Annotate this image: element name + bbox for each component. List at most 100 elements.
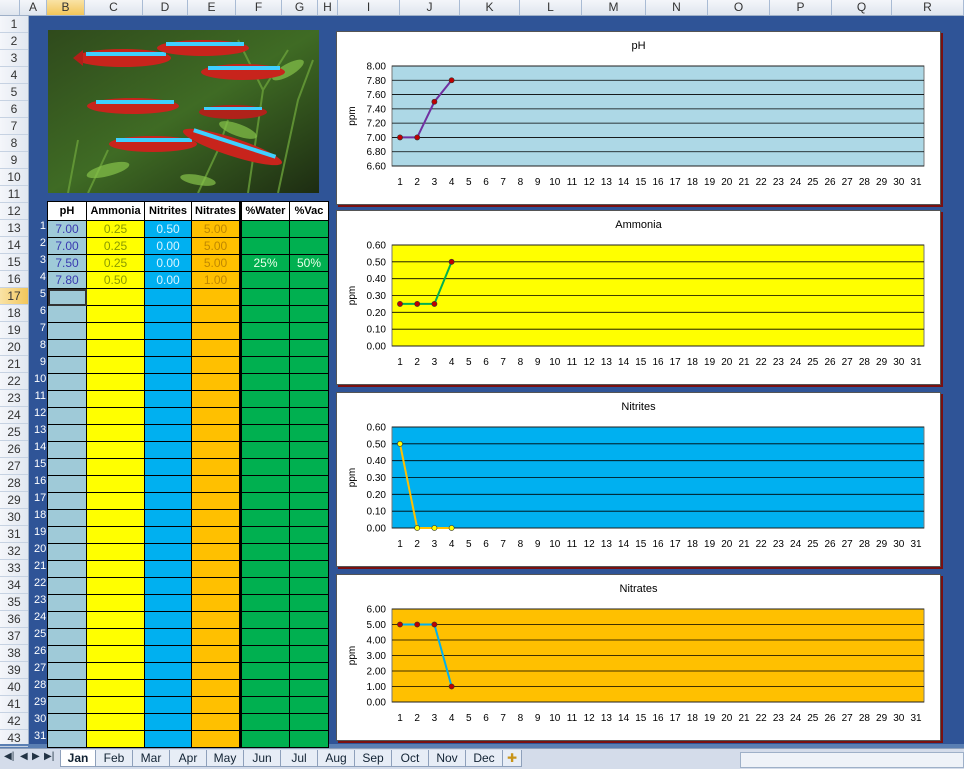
table-cell[interactable] [47,696,87,714]
row-header[interactable]: 8 [0,135,28,152]
table-cell[interactable] [86,390,145,408]
row-header[interactable]: 40 [0,679,28,696]
column-header[interactable]: E [188,0,236,15]
table-cell[interactable] [289,594,329,612]
table-cell[interactable] [144,475,192,493]
table-cell[interactable] [289,339,329,357]
table-cell[interactable] [47,390,87,408]
table-cell[interactable] [240,373,290,391]
row-header[interactable]: 43 [0,730,28,747]
table-cell[interactable] [47,305,87,323]
table-cell[interactable] [191,543,242,561]
row-header[interactable]: 30 [0,509,28,526]
sheet-tab-aug[interactable]: Aug [317,750,355,767]
table-cell[interactable] [289,679,329,697]
row-header[interactable]: 37 [0,628,28,645]
table-cell[interactable] [47,594,87,612]
table-cell[interactable] [240,237,290,255]
table-cell[interactable] [240,475,290,493]
column-header[interactable]: H [318,0,338,15]
column-header[interactable]: K [460,0,520,15]
table-cell[interactable] [289,560,329,578]
table-cell[interactable] [191,458,242,476]
table-cell[interactable]: 0.50 [144,220,192,238]
table-cell[interactable] [240,339,290,357]
table-cell[interactable] [144,441,192,459]
row-header[interactable]: 29 [0,492,28,509]
sheet-tab-oct[interactable]: Oct [391,750,429,767]
table-cell[interactable] [240,560,290,578]
column-header[interactable]: M [582,0,646,15]
table-cell[interactable] [86,407,145,425]
table-cell[interactable] [191,713,242,731]
table-cell[interactable] [191,730,242,748]
table-cell[interactable] [191,424,242,442]
table-cell[interactable] [289,424,329,442]
table-cell[interactable] [289,645,329,663]
table-cell[interactable] [289,475,329,493]
table-cell[interactable] [191,611,242,629]
table-cell[interactable] [289,220,329,238]
table-cell[interactable] [86,679,145,697]
row-header[interactable]: 32 [0,543,28,560]
table-cell[interactable] [86,662,145,680]
table-cell[interactable] [47,407,87,425]
row-header[interactable]: 2 [0,33,28,50]
table-cell[interactable] [144,730,192,748]
table-cell[interactable] [191,560,242,578]
table-cell[interactable] [47,322,87,340]
ammonia-chart[interactable]: 0.00 0.10 0.20 0.30 0.40 0.50 0.60 1 2 3 4 5 6 7 8 9 10 1… [336,210,941,385]
table-cell[interactable] [289,696,329,714]
table-cell[interactable] [144,543,192,561]
row-header[interactable]: 13 [0,220,28,237]
sheet-tab-mar[interactable]: Mar [132,750,170,767]
column-header[interactable]: F [236,0,282,15]
table-cell[interactable] [144,628,192,646]
row-header[interactable]: 12 [0,203,28,220]
table-cell[interactable] [144,390,192,408]
table-cell[interactable] [47,645,87,663]
table-cell[interactable]: 0.25 [86,254,145,272]
table-cell[interactable] [86,424,145,442]
row-header[interactable]: 5 [0,84,28,101]
row-header[interactable]: 15 [0,254,28,271]
table-cell[interactable] [144,662,192,680]
table-cell[interactable] [191,407,242,425]
table-cell[interactable] [289,577,329,595]
table-cell[interactable] [240,458,290,476]
table-cell[interactable] [144,339,192,357]
column-header[interactable]: J [400,0,460,15]
table-cell[interactable] [47,730,87,748]
row-header[interactable]: 23 [0,390,28,407]
table-cell[interactable] [191,679,242,697]
table-cell[interactable] [47,288,87,306]
table-cell[interactable] [289,356,329,374]
column-header[interactable]: D [143,0,188,15]
table-cell[interactable] [86,594,145,612]
column-header[interactable]: B [47,0,85,15]
sheet-tab-sep[interactable]: Sep [354,750,392,767]
row-header[interactable]: 41 [0,696,28,713]
table-cell[interactable] [86,475,145,493]
table-cell[interactable] [86,458,145,476]
table-cell[interactable] [240,730,290,748]
table-cell[interactable] [144,305,192,323]
table-cell[interactable] [47,339,87,357]
table-cell[interactable] [289,305,329,323]
first-sheet-icon[interactable]: ◀| [4,751,14,762]
table-cell[interactable] [86,730,145,748]
row-header[interactable]: 10 [0,169,28,186]
table-cell[interactable] [240,441,290,459]
table-cell[interactable]: 7.80 [47,271,87,289]
table-cell[interactable]: 25% [240,254,290,272]
column-header[interactable]: A [20,0,47,15]
table-cell[interactable] [47,424,87,442]
table-cell[interactable] [191,662,242,680]
table-cell[interactable] [144,322,192,340]
table-cell[interactable]: 50% [289,254,329,272]
table-cell[interactable] [86,305,145,323]
table-cell[interactable] [86,526,145,544]
table-cell[interactable] [240,713,290,731]
column-header[interactable]: N [646,0,708,15]
table-cell[interactable] [86,322,145,340]
